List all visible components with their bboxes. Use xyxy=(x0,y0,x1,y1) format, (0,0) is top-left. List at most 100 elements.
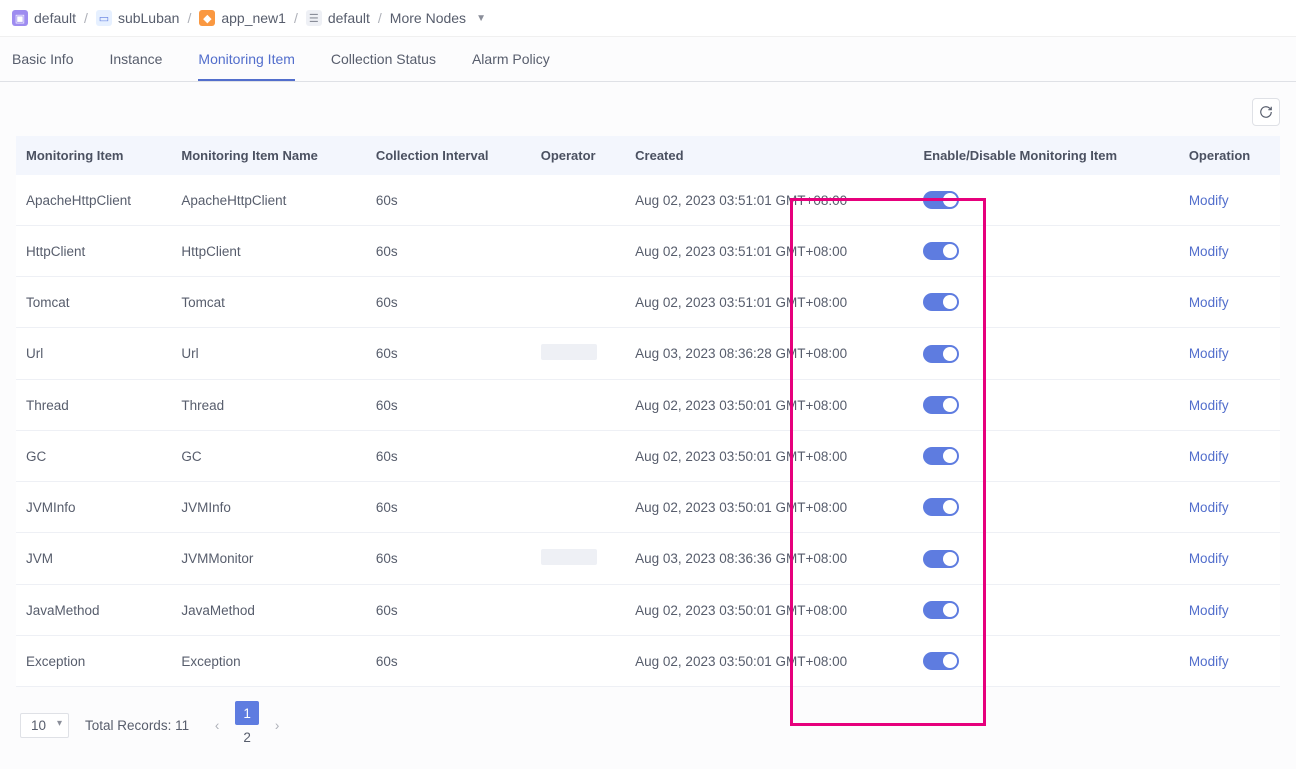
page-2[interactable]: 2 xyxy=(235,725,259,749)
total-records-label: Total Records: 11 xyxy=(85,718,189,733)
modify-link[interactable]: Modify xyxy=(1189,346,1229,361)
table-cell xyxy=(913,328,1178,380)
prev-page-button[interactable]: ‹ xyxy=(205,713,229,737)
modify-link[interactable]: Modify xyxy=(1189,244,1229,259)
table-cell: 60s xyxy=(366,585,531,636)
enable-toggle[interactable] xyxy=(923,447,959,465)
table-cell: JVM xyxy=(16,533,171,585)
column-header: Monitoring Item xyxy=(16,136,171,175)
enable-toggle[interactable] xyxy=(923,191,959,209)
table-cell xyxy=(913,226,1178,277)
table-cell: Tomcat xyxy=(16,277,171,328)
table-cell: Modify xyxy=(1179,277,1280,328)
operator-redacted xyxy=(541,344,597,360)
separator-icon: / xyxy=(378,10,382,26)
breadcrumb-item[interactable]: app_new1 xyxy=(221,10,286,26)
chevron-down-icon[interactable]: ▼ xyxy=(476,13,486,24)
table-cell: GC xyxy=(171,431,365,482)
table-cell: 60s xyxy=(366,533,531,585)
modify-link[interactable]: Modify xyxy=(1189,193,1229,208)
modify-link[interactable]: Modify xyxy=(1189,500,1229,515)
modify-link[interactable]: Modify xyxy=(1189,398,1229,413)
table-cell: Modify xyxy=(1179,175,1280,226)
operator-redacted xyxy=(541,549,597,565)
tab-collection-status[interactable]: Collection Status xyxy=(331,37,436,81)
table-cell: Tomcat xyxy=(171,277,365,328)
table-cell xyxy=(913,277,1178,328)
page-size-select[interactable]: 10 xyxy=(20,713,69,738)
table-cell xyxy=(913,175,1178,226)
table-cell: Modify xyxy=(1179,533,1280,585)
breadcrumb-item[interactable]: default xyxy=(34,10,76,26)
table-cell: Modify xyxy=(1179,328,1280,380)
table-cell: Url xyxy=(16,328,171,380)
modify-link[interactable]: Modify xyxy=(1189,603,1229,618)
table-cell: Aug 03, 2023 08:36:28 GMT+08:00 xyxy=(625,328,913,380)
table-cell: 60s xyxy=(366,636,531,687)
enable-toggle[interactable] xyxy=(923,601,959,619)
page-1[interactable]: 1 xyxy=(235,701,259,725)
table-row: GCGC60sAug 02, 2023 03:50:01 GMT+08:00Mo… xyxy=(16,431,1280,482)
table-cell: Thread xyxy=(171,380,365,431)
modify-link[interactable]: Modify xyxy=(1189,295,1229,310)
table-cell: Aug 02, 2023 03:50:01 GMT+08:00 xyxy=(625,380,913,431)
table-cell: Modify xyxy=(1179,226,1280,277)
table-cell: 60s xyxy=(366,482,531,533)
table-cell: JVMInfo xyxy=(16,482,171,533)
table-row: TomcatTomcat60sAug 02, 2023 03:51:01 GMT… xyxy=(16,277,1280,328)
table-cell: Thread xyxy=(16,380,171,431)
table-row: JVMJVMMonitor60sAug 03, 2023 08:36:36 GM… xyxy=(16,533,1280,585)
table-cell: Aug 02, 2023 03:50:01 GMT+08:00 xyxy=(625,482,913,533)
table-cell: Aug 02, 2023 03:51:01 GMT+08:00 xyxy=(625,175,913,226)
breadcrumb-item[interactable]: subLuban xyxy=(118,10,180,26)
enable-toggle[interactable] xyxy=(923,652,959,670)
table-row: JVMInfoJVMInfo60sAug 02, 2023 03:50:01 G… xyxy=(16,482,1280,533)
table-cell xyxy=(531,175,625,226)
tab-monitoring-item[interactable]: Monitoring Item xyxy=(198,37,294,81)
column-header: Collection Interval xyxy=(366,136,531,175)
table-cell: Url xyxy=(171,328,365,380)
enable-toggle[interactable] xyxy=(923,242,959,260)
column-header: Operation xyxy=(1179,136,1280,175)
enable-toggle[interactable] xyxy=(923,498,959,516)
refresh-button[interactable] xyxy=(1252,98,1280,126)
tab-instance[interactable]: Instance xyxy=(109,37,162,81)
app-icon: ◆ xyxy=(199,10,215,26)
modify-link[interactable]: Modify xyxy=(1189,654,1229,669)
separator-icon: / xyxy=(187,10,191,26)
table-cell xyxy=(531,585,625,636)
table-cell: Aug 02, 2023 03:50:01 GMT+08:00 xyxy=(625,585,913,636)
breadcrumb-more-nodes[interactable]: More Nodes xyxy=(390,10,466,26)
table-cell: Modify xyxy=(1179,585,1280,636)
table-cell: JVMInfo xyxy=(171,482,365,533)
tab-alarm-policy[interactable]: Alarm Policy xyxy=(472,37,550,81)
table-cell xyxy=(531,380,625,431)
table-cell: JavaMethod xyxy=(171,585,365,636)
table-cell xyxy=(531,277,625,328)
enable-toggle[interactable] xyxy=(923,550,959,568)
tab-basic-info[interactable]: Basic Info xyxy=(12,37,73,81)
breadcrumb: ▣ default / ▭ subLuban / ◆ app_new1 / ☰ … xyxy=(0,0,1296,37)
modify-link[interactable]: Modify xyxy=(1189,449,1229,464)
table-cell: Modify xyxy=(1179,482,1280,533)
modify-link[interactable]: Modify xyxy=(1189,551,1229,566)
env-icon: ☰ xyxy=(306,10,322,26)
enable-toggle[interactable] xyxy=(923,293,959,311)
table-cell: HttpClient xyxy=(171,226,365,277)
refresh-icon xyxy=(1259,105,1273,119)
project-icon: ▣ xyxy=(12,10,28,26)
enable-toggle[interactable] xyxy=(923,345,959,363)
table-cell: ApacheHttpClient xyxy=(16,175,171,226)
table-cell: GC xyxy=(16,431,171,482)
enable-toggle[interactable] xyxy=(923,396,959,414)
column-header: Enable/Disable Monitoring Item xyxy=(913,136,1178,175)
table-cell: Exception xyxy=(171,636,365,687)
column-header: Created xyxy=(625,136,913,175)
breadcrumb-item[interactable]: default xyxy=(328,10,370,26)
table-cell xyxy=(531,636,625,687)
table-cell xyxy=(913,585,1178,636)
table-cell: Modify xyxy=(1179,380,1280,431)
table-cell: Aug 02, 2023 03:51:01 GMT+08:00 xyxy=(625,277,913,328)
next-page-button[interactable]: › xyxy=(265,713,289,737)
table-cell xyxy=(531,533,625,585)
